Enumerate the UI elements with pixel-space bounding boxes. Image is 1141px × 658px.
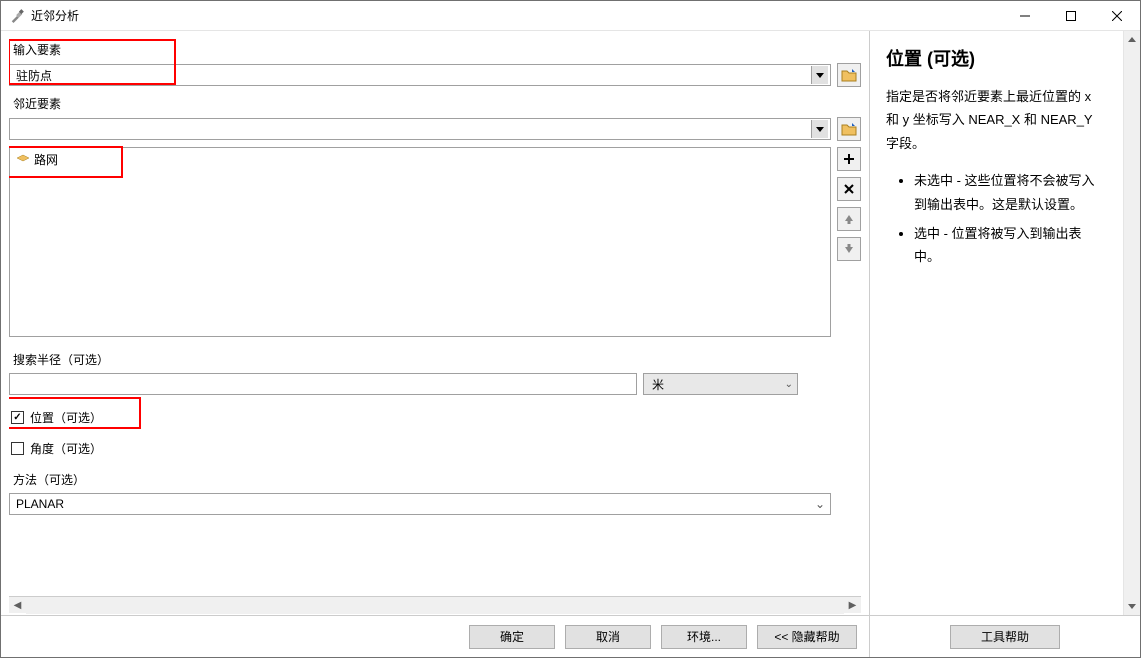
help-bullet: 选中 - 位置将被写入到输出表中。 bbox=[914, 222, 1107, 269]
location-row[interactable]: 位置（可选） bbox=[9, 405, 861, 430]
minimize-button[interactable] bbox=[1002, 1, 1048, 31]
help-inner: 位置 (可选) 指定是否将邻近要素上最近位置的 x 和 y 坐标写入 NEAR_… bbox=[870, 31, 1140, 615]
maximize-button[interactable] bbox=[1048, 1, 1094, 31]
browse-near-button[interactable] bbox=[837, 117, 861, 141]
near-features-label: 邻近要素 bbox=[9, 93, 861, 115]
angle-row[interactable]: 角度（可选） bbox=[9, 436, 861, 461]
environments-button[interactable]: 环境... bbox=[661, 625, 747, 649]
close-button[interactable] bbox=[1094, 1, 1140, 31]
method-label: 方法（可选） bbox=[9, 469, 861, 491]
help-list: 未选中 - 这些位置将不会被写入到输出表中。这是默认设置。 选中 - 位置将被写… bbox=[886, 169, 1107, 269]
layer-icon bbox=[16, 153, 30, 167]
move-down-button[interactable] bbox=[837, 237, 861, 261]
remove-button[interactable] bbox=[837, 177, 861, 201]
scroll-up-icon[interactable] bbox=[1124, 31, 1140, 48]
tool-help-button[interactable]: 工具帮助 bbox=[950, 625, 1060, 649]
method-combo[interactable]: PLANAR ⌄ bbox=[9, 493, 831, 515]
window-controls bbox=[1002, 1, 1140, 31]
scroll-track[interactable] bbox=[1124, 48, 1140, 598]
help-title: 位置 (可选) bbox=[886, 45, 1107, 71]
location-label: 位置（可选） bbox=[30, 409, 102, 426]
cancel-button[interactable]: 取消 bbox=[565, 625, 651, 649]
window-title: 近邻分析 bbox=[31, 7, 1002, 24]
window-body: 输入要素 驻防点 邻近要素 bbox=[1, 31, 1140, 657]
list-item[interactable]: 路网 bbox=[10, 148, 830, 171]
hide-help-button[interactable]: << 隐藏帮助 bbox=[757, 625, 857, 649]
form-content: 输入要素 驻防点 邻近要素 bbox=[9, 39, 861, 515]
form-area: 输入要素 驻防点 邻近要素 bbox=[1, 31, 869, 615]
input-features-label: 输入要素 bbox=[9, 39, 861, 61]
near-features-combo[interactable] bbox=[9, 118, 831, 140]
titlebar: 近邻分析 bbox=[1, 1, 1140, 31]
search-radius-label: 搜索半径（可选） bbox=[9, 349, 861, 371]
scroll-right-icon[interactable]: ▶ bbox=[844, 597, 861, 614]
dropdown-arrow-icon[interactable] bbox=[811, 120, 828, 138]
scroll-down-icon[interactable] bbox=[1124, 598, 1140, 615]
form-scroll: 输入要素 驻防点 邻近要素 bbox=[9, 39, 861, 596]
search-radius-input[interactable] bbox=[9, 373, 637, 395]
angle-label: 角度（可选） bbox=[30, 440, 102, 457]
help-footer: 工具帮助 bbox=[870, 615, 1140, 657]
angle-checkbox[interactable] bbox=[11, 442, 24, 455]
help-bullet: 未选中 - 这些位置将不会被写入到输出表中。这是默认设置。 bbox=[914, 169, 1107, 216]
unit-value: 米 bbox=[652, 376, 785, 393]
input-features-combo[interactable]: 驻防点 bbox=[9, 64, 831, 86]
browse-input-button[interactable] bbox=[837, 63, 861, 87]
list-item-label: 路网 bbox=[34, 151, 58, 168]
help-content: 位置 (可选) 指定是否将邻近要素上最近位置的 x 和 y 坐标写入 NEAR_… bbox=[870, 31, 1123, 615]
hammer-icon bbox=[9, 8, 25, 24]
search-radius-unit[interactable]: 米 ⌄ bbox=[643, 373, 798, 395]
method-row: PLANAR ⌄ bbox=[9, 493, 861, 515]
window-root: 近邻分析 输入要素 bbox=[0, 0, 1141, 658]
search-radius-row: 米 ⌄ bbox=[9, 373, 861, 395]
input-features-value: 驻防点 bbox=[16, 67, 811, 84]
help-pane: 位置 (可选) 指定是否将邻近要素上最近位置的 x 和 y 坐标写入 NEAR_… bbox=[870, 31, 1140, 657]
vertical-scrollbar[interactable] bbox=[1123, 31, 1140, 615]
dropdown-arrow-icon[interactable] bbox=[811, 66, 828, 84]
form-pane: 输入要素 驻防点 邻近要素 bbox=[1, 31, 870, 657]
help-paragraph: 指定是否将邻近要素上最近位置的 x 和 y 坐标写入 NEAR_X 和 NEAR… bbox=[886, 85, 1107, 155]
move-up-button[interactable] bbox=[837, 207, 861, 231]
near-list-row: 路网 bbox=[9, 147, 861, 337]
scroll-track[interactable] bbox=[26, 597, 844, 614]
chevron-down-icon: ⌄ bbox=[812, 497, 828, 511]
near-features-list[interactable]: 路网 bbox=[9, 147, 831, 337]
ok-button[interactable]: 确定 bbox=[469, 625, 555, 649]
horizontal-scrollbar[interactable]: ◀ ▶ bbox=[9, 596, 861, 613]
near-features-row bbox=[9, 117, 861, 141]
chevron-down-icon: ⌄ bbox=[785, 379, 793, 390]
method-value: PLANAR bbox=[16, 497, 812, 511]
location-checkbox[interactable] bbox=[11, 411, 24, 424]
input-features-row: 驻防点 bbox=[9, 63, 861, 87]
scroll-left-icon[interactable]: ◀ bbox=[9, 597, 26, 614]
add-button[interactable] bbox=[837, 147, 861, 171]
list-side-buttons bbox=[837, 147, 861, 261]
dialog-footer: 确定 取消 环境... << 隐藏帮助 bbox=[1, 615, 869, 657]
